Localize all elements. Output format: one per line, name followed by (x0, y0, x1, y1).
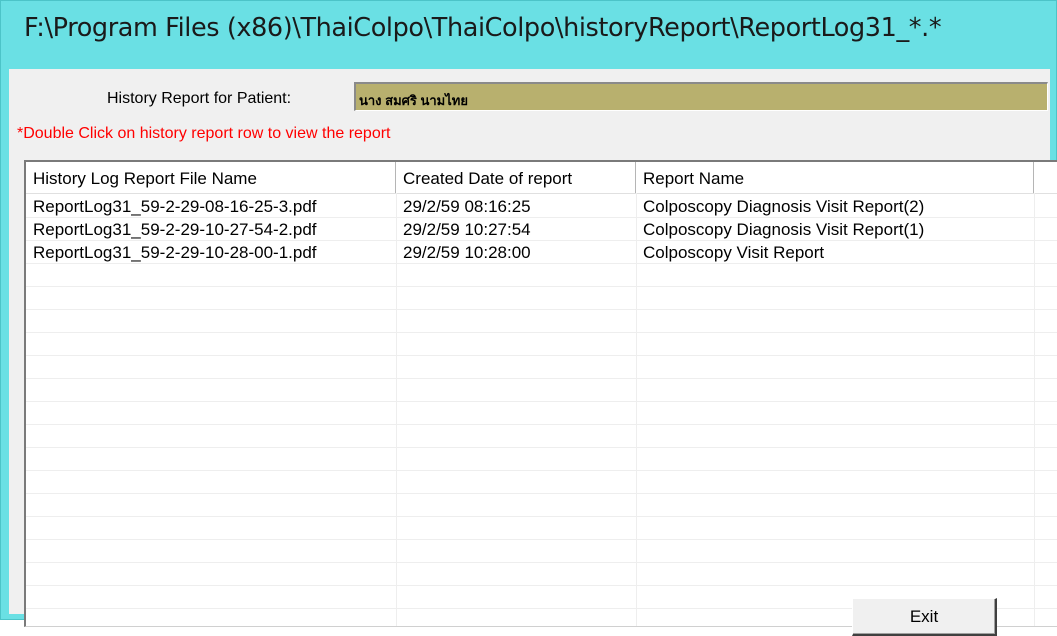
grid-row-line (26, 401, 1057, 402)
table-row[interactable]: ReportLog31_59-2-29-08-16-25-3.pdf 29/2/… (26, 195, 1057, 218)
patient-name-field: นาง สมศริ นามไทย (354, 82, 1048, 111)
table-row[interactable]: ReportLog31_59-2-29-10-27-54-2.pdf 29/2/… (26, 218, 1057, 241)
cell-report-name: Colposcopy Diagnosis Visit Report(2) (643, 197, 925, 216)
grid-row-line (26, 355, 1057, 356)
cell-file-name: ReportLog31_59-2-29-08-16-25-3.pdf (33, 197, 317, 216)
cell-created-date: 29/2/59 10:28:00 (403, 243, 531, 262)
window-title: F:\Program Files (x86)\ThaiColpo\ThaiCol… (24, 13, 942, 43)
history-report-list[interactable]: History Log Report File Name Created Dat… (24, 160, 1057, 627)
grid-row-line (26, 562, 1057, 563)
patient-label: History Report for Patient: (107, 90, 292, 107)
cell-created-date: 29/2/59 10:27:54 (403, 220, 531, 239)
grid-row-line (26, 378, 1057, 379)
column-header-report-name[interactable]: Report Name (636, 162, 1034, 193)
cell-created-date: 29/2/59 08:16:25 (403, 197, 531, 216)
cell-file-name: ReportLog31_59-2-29-10-28-00-1.pdf (33, 243, 317, 262)
cell-report-name: Colposcopy Diagnosis Visit Report(1) (643, 220, 925, 239)
grid-row-line (26, 286, 1057, 287)
grid-row-line (26, 539, 1057, 540)
client-area: History Report for Patient: นาง สมศริ นา… (9, 69, 1057, 636)
cell-report-name: Colposcopy Visit Report (643, 243, 825, 262)
grid-row-line (26, 516, 1057, 517)
column-header-file-name[interactable]: History Log Report File Name (26, 162, 396, 193)
grid-row-line (26, 470, 1057, 471)
grid-row-line (26, 424, 1057, 425)
grid-row-line (26, 332, 1057, 333)
title-bar[interactable]: F:\Program Files (x86)\ThaiColpo\ThaiCol… (1, 1, 1056, 69)
grid-row-line (26, 447, 1057, 448)
cell-file-name: ReportLog31_59-2-29-10-27-54-2.pdf (33, 220, 317, 239)
table-row[interactable]: ReportLog31_59-2-29-10-28-00-1.pdf 29/2/… (26, 241, 1057, 264)
grid-row-line (26, 493, 1057, 494)
instruction-hint: *Double Click on history report row to v… (17, 125, 391, 142)
column-header-created-date[interactable]: Created Date of report (396, 162, 636, 193)
list-header: History Log Report File Name Created Dat… (26, 162, 1057, 194)
history-report-window: F:\Program Files (x86)\ThaiColpo\ThaiCol… (0, 0, 1057, 636)
grid-row-line (26, 585, 1057, 586)
grid-row-line (26, 309, 1057, 310)
exit-button[interactable]: Exit (852, 598, 997, 636)
